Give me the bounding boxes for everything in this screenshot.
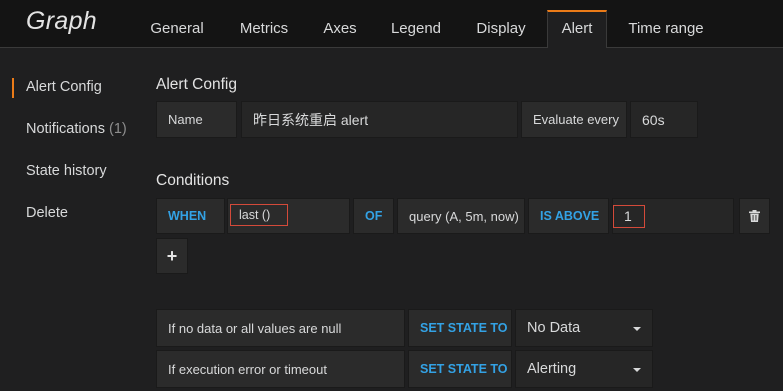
sidebar-item-state-history[interactable]: State history (26, 163, 107, 179)
header-divider (0, 47, 783, 48)
panel-title: Graph (26, 7, 97, 35)
no-data-set-state-label: SET STATE TO (408, 309, 512, 347)
threshold-value: 1 (613, 205, 645, 228)
tab-axes[interactable]: Axes (315, 11, 365, 47)
sidebar-item-label: Notifications (26, 121, 105, 137)
reducer-value: last () (230, 204, 288, 226)
tab-legend[interactable]: Legend (381, 11, 451, 47)
exec-error-label: If execution error or timeout (156, 350, 405, 388)
tab-general[interactable]: General (140, 11, 214, 47)
no-data-label: If no data or all values are null (156, 309, 405, 347)
delete-condition-button[interactable] (739, 198, 770, 234)
alert-config-heading: Alert Config (156, 76, 237, 93)
sidebar-item-delete[interactable]: Delete (26, 205, 68, 221)
no-data-state-select[interactable]: No Data (515, 309, 653, 347)
tab-display[interactable]: Display (467, 11, 535, 47)
trash-icon (749, 210, 760, 222)
tab-time-range[interactable]: Time range (619, 11, 713, 47)
tab-metrics[interactable]: Metrics (229, 11, 299, 47)
evaluator-select[interactable]: IS ABOVE (528, 198, 609, 234)
no-data-state-value: No Data (527, 320, 581, 336)
exec-error-state-select[interactable]: Alerting (515, 350, 653, 388)
of-keyword: OF (353, 198, 394, 234)
name-input[interactable]: 昨日系统重启 alert (241, 101, 518, 138)
when-keyword: WHEN (156, 198, 225, 234)
query-select[interactable]: query (A, 5m, now) (397, 198, 525, 234)
reducer-select[interactable]: last () (227, 198, 350, 234)
add-condition-button[interactable]: + (156, 238, 188, 274)
conditions-heading: Conditions (156, 172, 230, 189)
notifications-count: (1) (108, 121, 127, 137)
sidebar-active-indicator (12, 78, 14, 98)
tab-alert[interactable]: Alert (547, 10, 607, 48)
name-label: Name (156, 101, 237, 138)
sidebar-item-notifications[interactable]: Notifications (1) (26, 121, 127, 137)
chevron-down-icon (633, 368, 641, 372)
evaluate-every-label: Evaluate every (521, 101, 627, 138)
chevron-down-icon (633, 327, 641, 331)
exec-error-set-state-label: SET STATE TO (408, 350, 512, 388)
exec-error-state-value: Alerting (527, 361, 577, 377)
sidebar-item-alert-config[interactable]: Alert Config (26, 79, 102, 95)
threshold-input[interactable]: 1 (612, 198, 734, 234)
evaluate-every-input[interactable]: 60s (630, 101, 698, 138)
